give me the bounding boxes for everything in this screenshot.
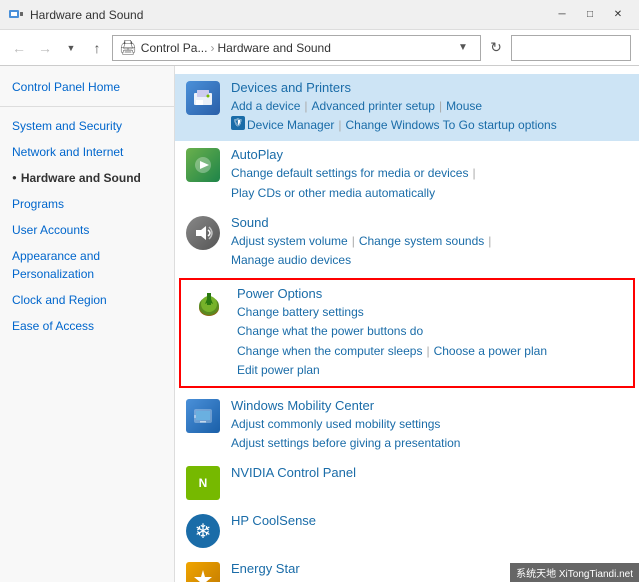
power-icon (191, 286, 227, 322)
power-links-row4: Edit power plan (237, 361, 623, 380)
title-bar-controls: ─ □ ✕ (549, 6, 631, 24)
power-links-row2: Change what the power buttons do (237, 322, 623, 341)
forward-button[interactable]: → (34, 37, 56, 59)
mouse-link[interactable]: Mouse (446, 97, 482, 116)
sound-links-row2: Manage audio devices (231, 251, 629, 270)
autoplay-default-link[interactable]: Change default settings for media or dev… (231, 164, 468, 183)
up-button[interactable]: ↑ (86, 37, 108, 59)
power-options-content: Power Options Change battery settings Ch… (237, 286, 623, 380)
section-nvidia: N NVIDIA Control Panel (175, 459, 639, 507)
sidebar-item-hardware-sound[interactable]: Hardware and Sound (0, 165, 174, 191)
main-layout: Control Panel Home System and Security N… (0, 66, 639, 582)
sound-title[interactable]: Sound (231, 215, 629, 230)
path-icon: 🖨 (119, 39, 137, 56)
back-button[interactable]: ← (8, 37, 30, 59)
autoplay-links-row1: Change default settings for media or dev… (231, 164, 629, 183)
section-hp-coolsense: ❄ HP CoolSense (175, 507, 639, 555)
computer-sleeps-link[interactable]: Change when the computer sleeps (237, 342, 422, 361)
content-area: Devices and Printers Add a device | Adva… (175, 66, 639, 582)
address-path[interactable]: 🖨 Control Pa... › Hardware and Sound ▼ (112, 35, 481, 61)
section-devices-printers: Devices and Printers Add a device | Adva… (175, 74, 639, 141)
address-bar: ← → ▼ ↑ 🖨 Control Pa... › Hardware and S… (0, 30, 639, 66)
adjust-volume-link[interactable]: Adjust system volume (231, 232, 348, 251)
app-icon (8, 7, 24, 23)
autoplay-icon (185, 147, 221, 183)
search-box[interactable]: 🔍 (511, 35, 631, 61)
section-windows-mobility: Windows Mobility Center Adjust commonly … (175, 392, 639, 459)
devices-printers-title[interactable]: Devices and Printers (231, 80, 629, 95)
power-links-row1: Change battery settings (237, 303, 623, 322)
sidebar-item-control-panel-home[interactable]: Control Panel Home (0, 74, 174, 100)
manage-audio-link[interactable]: Manage audio devices (231, 251, 351, 270)
title-bar: Hardware and Sound ─ □ ✕ (0, 0, 639, 30)
nvidia-content: NVIDIA Control Panel (231, 465, 629, 482)
breadcrumb-part1[interactable]: Control Pa... (141, 41, 208, 55)
energy-icon (185, 561, 221, 582)
hp-content: HP CoolSense (231, 513, 629, 530)
mobility-icon (185, 398, 221, 434)
nvidia-icon: N (185, 465, 221, 501)
breadcrumb: Control Pa... › Hardware and Sound (141, 41, 454, 55)
sidebar-item-programs[interactable]: Programs (0, 191, 174, 217)
autoplay-links-row2: Play CDs or other media automatically (231, 184, 629, 203)
add-device-link[interactable]: Add a device (231, 97, 300, 116)
close-button[interactable]: ✕ (605, 6, 631, 24)
sidebar-item-user-accounts[interactable]: User Accounts (0, 217, 174, 243)
sidebar: Control Panel Home System and Security N… (0, 66, 175, 582)
breadcrumb-part2: Hardware and Sound (217, 41, 330, 55)
mobility-links-row2: Adjust settings before giving a presenta… (231, 434, 629, 453)
sound-links-row1: Adjust system volume | Change system sou… (231, 232, 629, 251)
shield-icon: 🛡 (231, 116, 245, 130)
autoplay-play-link[interactable]: Play CDs or other media automatically (231, 184, 435, 203)
autoplay-content: AutoPlay Change default settings for med… (231, 147, 629, 202)
devices-printers-icon (185, 80, 221, 116)
devices-printers-content: Devices and Printers Add a device | Adva… (231, 80, 629, 135)
section-power-options: Power Options Change battery settings Ch… (181, 280, 633, 386)
mobility-links-row1: Adjust commonly used mobility settings (231, 415, 629, 434)
autoplay-title[interactable]: AutoPlay (231, 147, 629, 162)
sound-icon (185, 215, 221, 251)
nvidia-title[interactable]: NVIDIA Control Panel (231, 465, 629, 480)
sidebar-divider-1 (0, 106, 174, 107)
recent-button[interactable]: ▼ (60, 37, 82, 59)
sidebar-item-appearance[interactable]: Appearance and Personalization (0, 243, 174, 287)
choose-power-plan-link[interactable]: Choose a power plan (434, 342, 547, 361)
sidebar-item-system-security[interactable]: System and Security (0, 113, 174, 139)
power-buttons-link[interactable]: Change what the power buttons do (237, 322, 423, 341)
address-dropdown-icon[interactable]: ▼ (458, 42, 474, 53)
hp-icon: ❄ (185, 513, 221, 549)
hp-title[interactable]: HP CoolSense (231, 513, 629, 528)
refresh-button[interactable]: ↻ (485, 37, 507, 59)
mobility-settings-link[interactable]: Adjust commonly used mobility settings (231, 415, 440, 434)
mobility-presentation-link[interactable]: Adjust settings before giving a presenta… (231, 434, 460, 453)
watermark: 系统天地 XiTongTiandi.net (510, 563, 639, 582)
change-sounds-link[interactable]: Change system sounds (359, 232, 484, 251)
sidebar-item-network-internet[interactable]: Network and Internet (0, 139, 174, 165)
edit-power-plan-link[interactable]: Edit power plan (237, 361, 320, 380)
power-links-row3: Change when the computer sleeps | Choose… (237, 342, 623, 361)
section-sound: Sound Adjust system volume | Change syst… (175, 209, 639, 276)
watermark-site: XiTongTiandi.net (559, 569, 633, 580)
advanced-printer-link[interactable]: Advanced printer setup (312, 97, 435, 116)
minimize-button[interactable]: ─ (549, 6, 575, 24)
power-options-title[interactable]: Power Options (237, 286, 623, 301)
devices-printers-links-row1: Add a device | Advanced printer setup | … (231, 97, 629, 116)
breadcrumb-separator: › (210, 41, 214, 55)
power-options-highlighted-container: Power Options Change battery settings Ch… (179, 278, 635, 388)
title-bar-left: Hardware and Sound (8, 7, 143, 23)
device-manager-link[interactable]: Device Manager (247, 116, 334, 135)
devices-printers-links-row2: 🛡 Device Manager | Change Windows To Go … (231, 116, 629, 135)
windows-to-go-link[interactable]: Change Windows To Go startup options (346, 116, 557, 135)
section-autoplay: AutoPlay Change default settings for med… (175, 141, 639, 208)
sound-content: Sound Adjust system volume | Change syst… (231, 215, 629, 270)
search-input[interactable] (518, 41, 639, 55)
change-battery-link[interactable]: Change battery settings (237, 303, 364, 322)
window-title: Hardware and Sound (30, 8, 143, 22)
maximize-button[interactable]: □ (577, 6, 603, 24)
sidebar-item-ease-of-access[interactable]: Ease of Access (0, 313, 174, 339)
mobility-content: Windows Mobility Center Adjust commonly … (231, 398, 629, 453)
watermark-label: 系统天地 (516, 569, 556, 580)
mobility-title[interactable]: Windows Mobility Center (231, 398, 629, 413)
sidebar-item-clock-region[interactable]: Clock and Region (0, 287, 174, 313)
